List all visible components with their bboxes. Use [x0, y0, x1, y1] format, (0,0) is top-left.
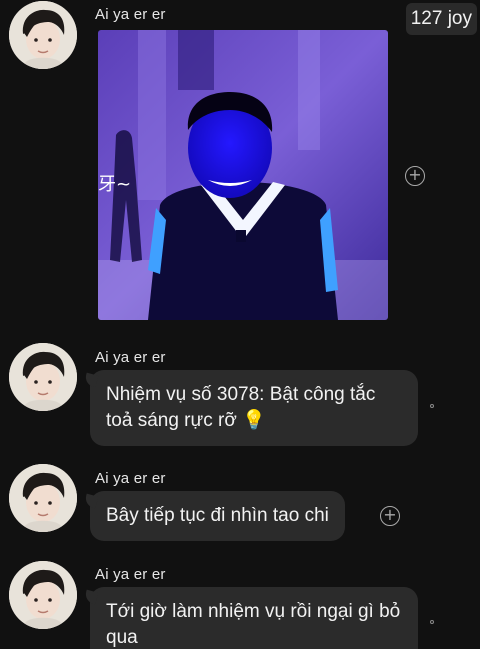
sticker-caption: 牙~	[98, 174, 131, 195]
chat-thread: 127 joy Ai ya er er 牙~ + Ai ya er er Nhi…	[0, 0, 480, 649]
add-reaction-button[interactable]: +	[405, 166, 425, 186]
add-reaction-button[interactable]: +	[380, 506, 400, 526]
message-status-icon	[430, 404, 434, 408]
sender-name: Ai ya er er	[95, 349, 166, 366]
sender-name: Ai ya er er	[95, 6, 166, 23]
joy-counter-badge[interactable]: 127 joy	[405, 3, 477, 35]
sender-name: Ai ya er er	[95, 470, 166, 487]
message-text: Nhiệm vụ số 3078: Bật công tắc toả sáng …	[106, 384, 376, 431]
message-bubble[interactable]: Nhiệm vụ số 3078: Bật công tắc toả sáng …	[90, 370, 418, 446]
message-text: Bây tiếp tục đi nhìn tao chi	[106, 505, 329, 526]
message-bubble[interactable]: Tới giờ làm nhiệm vụ rồi ngại gì bỏ qua	[90, 587, 418, 649]
lightbulb-icon: 💡	[242, 410, 266, 431]
sender-name: Ai ya er er	[95, 566, 166, 583]
avatar[interactable]	[9, 1, 77, 69]
avatar[interactable]	[9, 464, 77, 532]
message-status-icon	[430, 620, 434, 624]
message-text: Tới giờ làm nhiệm vụ rồi ngại gì bỏ qua	[106, 601, 401, 648]
message-bubble[interactable]: Bây tiếp tục đi nhìn tao chi	[90, 491, 345, 541]
sticker-image[interactable]: 牙~	[98, 30, 388, 320]
avatar[interactable]	[9, 343, 77, 411]
avatar[interactable]	[9, 561, 77, 629]
